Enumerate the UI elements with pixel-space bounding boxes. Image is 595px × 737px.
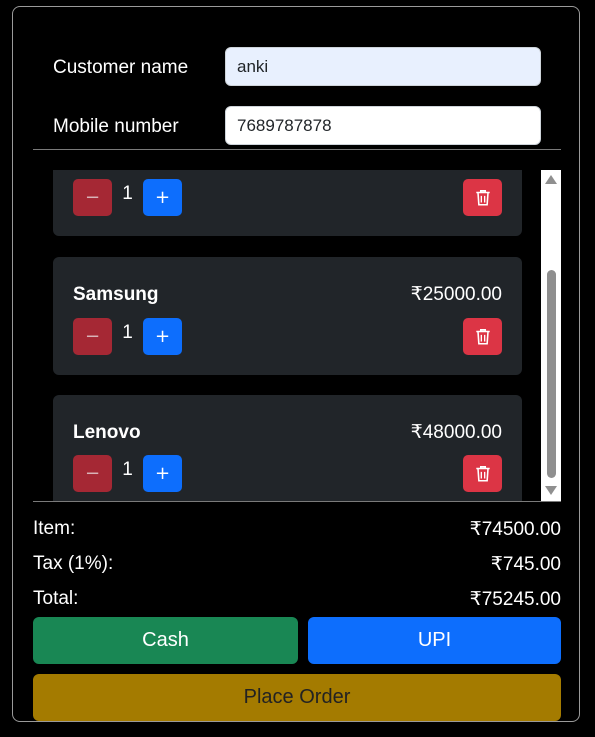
remove-item-button[interactable] — [463, 318, 502, 355]
item-price: ₹48000.00 — [410, 422, 502, 443]
cart-item: Samsung ₹25000.00 − 1 + — [53, 257, 522, 375]
item-quantity: 1 — [122, 459, 133, 480]
decrease-qty-button[interactable]: − — [73, 179, 112, 216]
tax-label: Tax (1%): — [33, 553, 114, 574]
increase-qty-button[interactable]: + — [143, 455, 182, 492]
trash-icon — [475, 329, 490, 345]
plus-icon: + — [154, 187, 171, 208]
decrease-qty-button[interactable]: − — [73, 455, 112, 492]
mobile-number-input[interactable] — [225, 106, 541, 145]
minus-icon: − — [84, 187, 101, 208]
scroll-up-arrow-icon[interactable] — [545, 175, 557, 184]
item-quantity: 1 — [122, 322, 133, 343]
cart-scrollbar[interactable] — [541, 170, 561, 501]
place-order-button[interactable]: Place Order — [33, 674, 561, 721]
item-total-label: Item: — [33, 518, 76, 539]
upi-button[interactable]: UPI — [308, 617, 561, 664]
plus-icon: + — [154, 463, 171, 484]
item-name: Lenovo — [73, 422, 141, 443]
plus-icon: + — [154, 326, 171, 347]
cart-list[interactable]: − 1 + Samsung ₹25000.00 − 1 + Lenovo ₹48… — [33, 170, 541, 501]
minus-icon: − — [84, 326, 101, 347]
remove-item-button[interactable] — [463, 455, 502, 492]
cart-item: − 1 + — [53, 170, 522, 236]
remove-item-button[interactable] — [463, 179, 502, 216]
cash-button[interactable]: Cash — [33, 617, 298, 664]
grand-total-value: ₹75245.00 — [469, 589, 561, 610]
divider-top — [33, 149, 561, 150]
increase-qty-button[interactable]: + — [143, 179, 182, 216]
scroll-down-arrow-icon[interactable] — [545, 486, 557, 495]
divider-bottom — [33, 501, 561, 502]
item-quantity: 1 — [122, 183, 133, 204]
decrease-qty-button[interactable]: − — [73, 318, 112, 355]
increase-qty-button[interactable]: + — [143, 318, 182, 355]
tax-value: ₹745.00 — [490, 554, 561, 575]
mobile-number-label: Mobile number — [53, 116, 179, 137]
item-price: ₹25000.00 — [410, 284, 502, 305]
minus-icon: − — [84, 463, 101, 484]
trash-icon — [475, 466, 490, 482]
grand-total-label: Total: — [33, 588, 79, 609]
trash-icon — [475, 190, 490, 206]
customer-name-input[interactable] — [225, 47, 541, 86]
cart-item: Lenovo ₹48000.00 − 1 + — [53, 395, 522, 501]
scroll-thumb[interactable] — [547, 270, 556, 478]
item-total-value: ₹74500.00 — [469, 519, 561, 540]
item-name: Samsung — [73, 284, 159, 305]
customer-name-label: Customer name — [53, 57, 189, 78]
